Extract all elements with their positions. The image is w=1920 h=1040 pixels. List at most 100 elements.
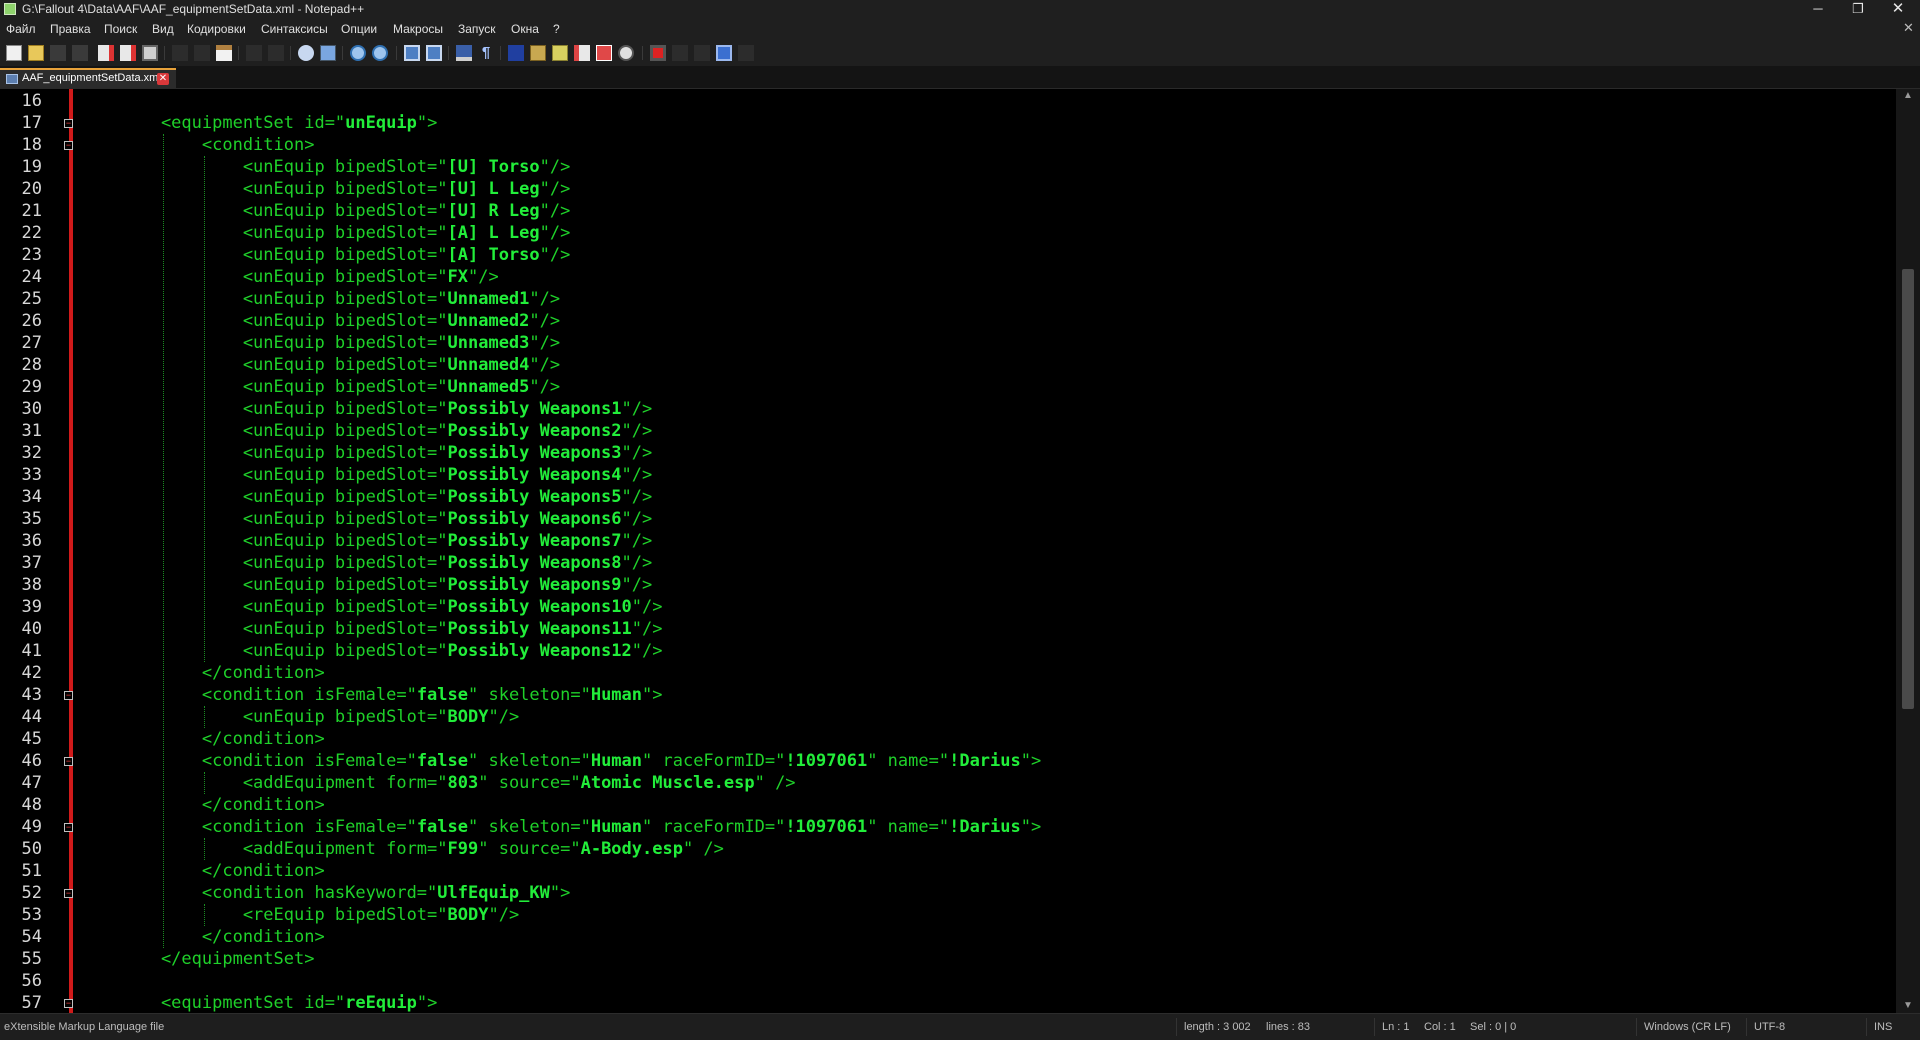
function-list-icon[interactable] bbox=[552, 45, 568, 61]
xml-markup: "/> bbox=[468, 267, 499, 287]
xml-markup: " name=" bbox=[867, 751, 950, 771]
xml-markup: " raceFormID=" bbox=[642, 817, 786, 837]
attribute-value: Possibly Weapons9 bbox=[447, 575, 622, 595]
fold-toggle-icon[interactable]: − bbox=[64, 823, 73, 832]
code-editor[interactable]: 16 17 18 19 20 21 22 23 24 25 26 27 28 29 30 31 32 33 34 35… bbox=[0, 89, 1920, 1013]
stop-record-icon[interactable] bbox=[672, 45, 688, 61]
xml-markup: <unEquip bipedSlot=" bbox=[120, 487, 448, 507]
print-icon[interactable] bbox=[142, 45, 158, 61]
line-number: 52 bbox=[21, 883, 42, 903]
play-macro-icon[interactable] bbox=[694, 45, 710, 61]
code-line: <unEquip bipedSlot="[A] Torso"/> bbox=[120, 244, 571, 266]
attribute-value: [A] L Leg bbox=[447, 223, 540, 243]
fold-toggle-icon[interactable]: − bbox=[64, 757, 73, 766]
zoom-out-icon[interactable] bbox=[372, 45, 388, 61]
xml-markup: </condition> bbox=[120, 861, 325, 881]
run-macro-multiple-icon[interactable] bbox=[716, 45, 732, 61]
scroll-down-arrow-icon[interactable]: ▼ bbox=[1896, 999, 1920, 1013]
attribute-value: Possibly Weapons5 bbox=[447, 487, 622, 507]
status-bar: eXtensible Markup Language file length :… bbox=[0, 1013, 1920, 1040]
attribute-value: Unnamed2 bbox=[447, 311, 530, 331]
scroll-up-arrow-icon[interactable]: ▲ bbox=[1896, 89, 1920, 103]
code-area[interactable]: <equipmentSet id="unEquip"> <condition> … bbox=[74, 89, 1896, 1013]
cut-icon[interactable] bbox=[172, 45, 188, 61]
minimize-button[interactable]: ─ bbox=[1796, 0, 1840, 18]
tab-close-icon[interactable]: ✕ bbox=[157, 73, 169, 85]
menu-edit[interactable]: Правка bbox=[50, 22, 91, 36]
replace-icon[interactable] bbox=[320, 45, 336, 61]
zoom-in-icon[interactable] bbox=[350, 45, 366, 61]
scrollbar-thumb[interactable] bbox=[1902, 269, 1914, 709]
close-window-button[interactable]: ✕ bbox=[1876, 0, 1920, 18]
record-macro-icon[interactable] bbox=[650, 45, 666, 61]
find-icon[interactable] bbox=[298, 45, 314, 61]
close-document-icon[interactable]: ✕ bbox=[1903, 20, 1914, 36]
doc-map-icon[interactable] bbox=[530, 45, 546, 61]
xml-markup: <unEquip bipedSlot=" bbox=[120, 509, 448, 529]
close-icon[interactable] bbox=[98, 45, 114, 61]
copy-icon[interactable] bbox=[194, 45, 210, 61]
folder-workspace-icon[interactable] bbox=[574, 45, 590, 61]
status-length: length : 3 002 bbox=[1184, 1021, 1251, 1033]
fold-toggle-icon[interactable]: − bbox=[64, 141, 73, 150]
xml-markup: <unEquip bipedSlot=" bbox=[120, 311, 448, 331]
vertical-scrollbar[interactable]: ▲ ▼ bbox=[1896, 89, 1920, 1013]
code-line: <unEquip bipedSlot="[U] R Leg"/> bbox=[120, 200, 571, 222]
code-line: <addEquipment form="F99" source="A-Body.… bbox=[120, 838, 724, 860]
fold-toggle-icon[interactable]: − bbox=[64, 691, 73, 700]
line-number: 49 bbox=[21, 817, 42, 837]
menu-view[interactable]: Вид bbox=[152, 22, 174, 36]
indent-guide-icon[interactable] bbox=[508, 45, 524, 61]
show-all-chars-icon[interactable]: ¶ bbox=[478, 45, 494, 61]
save-all-icon[interactable] bbox=[72, 45, 88, 61]
menu-run[interactable]: Запуск bbox=[458, 22, 496, 36]
attribute-value: Human bbox=[590, 685, 643, 705]
menu-macro[interactable]: Макросы bbox=[393, 22, 443, 36]
indent-guide bbox=[203, 838, 205, 860]
menu-settings[interactable]: Опции bbox=[341, 22, 377, 36]
menu-language[interactable]: Синтаксисы bbox=[261, 22, 328, 36]
attribute-value: Human bbox=[590, 817, 643, 837]
line-number: 41 bbox=[21, 641, 42, 661]
xml-markup: "/> bbox=[621, 465, 653, 485]
monitor-icon[interactable] bbox=[618, 45, 634, 61]
restore-button[interactable]: ❐ bbox=[1836, 0, 1880, 18]
xml-markup: "> bbox=[549, 883, 571, 903]
xml-markup: " skeleton=" bbox=[468, 817, 591, 837]
line-number: 29 bbox=[21, 377, 42, 397]
fold-toggle-icon[interactable]: − bbox=[64, 889, 73, 898]
xml-markup: <condition hasKeyword=" bbox=[120, 883, 438, 903]
paste-icon[interactable] bbox=[216, 45, 232, 61]
redo-icon[interactable] bbox=[268, 45, 284, 61]
menu-window[interactable]: Окна bbox=[511, 22, 539, 36]
tab-aaf-equipmentsetdata[interactable]: AAF_equipmentSetData.xml ✕ bbox=[0, 68, 176, 88]
menu-search[interactable]: Поиск bbox=[104, 22, 137, 36]
code-line: <condition hasKeyword="UlfEquip_KW"> bbox=[120, 882, 570, 904]
sync-horizontal-icon[interactable] bbox=[426, 45, 442, 61]
sync-vertical-icon[interactable] bbox=[404, 45, 420, 61]
xml-markup: <unEquip bipedSlot=" bbox=[120, 223, 448, 243]
save-macro-icon[interactable] bbox=[738, 45, 754, 61]
xml-markup: <unEquip bipedSlot=" bbox=[120, 355, 448, 375]
indent-guide bbox=[162, 134, 164, 948]
xml-markup: "/> bbox=[621, 553, 653, 573]
code-line: </equipmentSet> bbox=[120, 948, 315, 970]
fold-toggle-icon[interactable]: − bbox=[64, 999, 73, 1008]
xml-markup: "/> bbox=[631, 641, 663, 661]
menu-help[interactable]: ? bbox=[553, 22, 560, 36]
xml-markup: <unEquip bipedSlot=" bbox=[120, 333, 448, 353]
attribute-value: Unnamed3 bbox=[447, 333, 530, 353]
close-all-icon[interactable] bbox=[120, 45, 136, 61]
save-icon[interactable] bbox=[50, 45, 66, 61]
word-wrap-icon[interactable] bbox=[456, 45, 472, 61]
menu-encoding[interactable]: Кодировки bbox=[187, 22, 246, 36]
undo-icon[interactable] bbox=[246, 45, 262, 61]
xml-markup: <unEquip bipedSlot=" bbox=[120, 465, 448, 485]
code-line: <unEquip bipedSlot="Possibly Weapons8"/> bbox=[120, 552, 652, 574]
new-file-icon[interactable] bbox=[6, 45, 22, 61]
menu-file[interactable]: Файл bbox=[6, 22, 36, 36]
fold-toggle-icon[interactable]: − bbox=[64, 119, 73, 128]
line-number: 43 bbox=[21, 685, 42, 705]
open-file-icon[interactable] bbox=[28, 45, 44, 61]
doc-list-icon[interactable] bbox=[596, 45, 612, 61]
